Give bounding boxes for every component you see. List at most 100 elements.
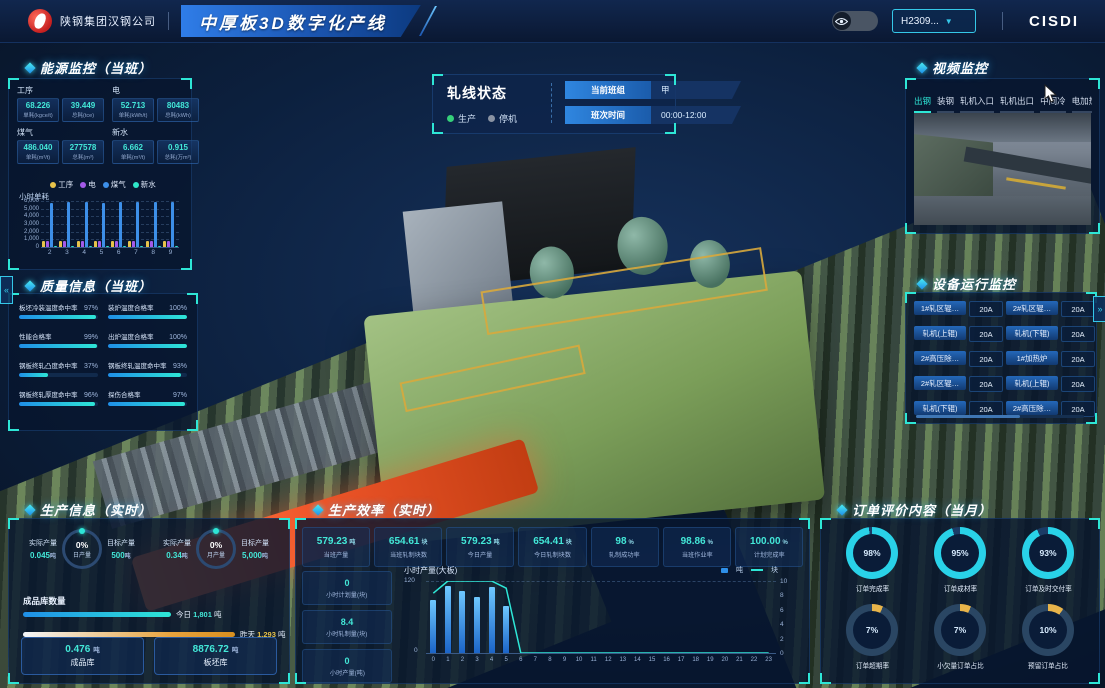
video-tab-装钢[interactable]: 装钢 [937,95,954,113]
device-label-button[interactable]: 轧机(下辊) [1006,326,1058,340]
right-panel-collapse-handle[interactable]: » [1093,296,1105,322]
device-label-button[interactable]: 1#加热炉 [1006,351,1058,365]
video-tab-轧机出口[interactable]: 轧机出口 [1000,95,1034,113]
efficiency-card-unit: 块 [566,540,572,546]
bar-电 [132,241,135,247]
quality-item-value: 100% [169,305,187,312]
stat-unit: 吨 [232,647,239,654]
quality-item-value: 97% [173,392,187,399]
quality-item-label: 板坯冷装温度命中率 [19,302,78,312]
quality-progress-track [108,315,187,319]
quality-item: 钢板终轧厚度命中率96% [19,389,98,406]
side-card-value: 0 [344,656,349,666]
output-x-tick: 12 [601,657,616,663]
video-tab-轧机入口[interactable]: 轧机入口 [960,95,994,113]
device-current-value: 20A [1061,326,1095,342]
legend-dot [133,182,139,188]
video-tab-出钢[interactable]: 出钢 [914,95,931,113]
video-panel: 出钢装钢轧机入口轧机出口中间冷电加热 [905,78,1100,234]
bar-煤气 [67,202,70,247]
device-label-button[interactable]: 2#轧区辊… [1006,301,1058,315]
bar-工序 [42,241,45,247]
legend-item-新水: 新水 [133,179,156,190]
energy-x-tick: 2 [41,249,58,256]
device-label-button[interactable]: 2#轧区辊… [914,376,966,390]
device-label-button[interactable]: 2#高压除… [914,351,966,365]
output-x-tick: 21 [732,657,747,663]
device-current-value: 20A [969,301,1003,317]
energy-value: 0.915 [159,143,197,152]
efficiency-card: 100.00%计划完成率 [735,527,803,567]
bar-新水 [106,246,109,247]
quality-progress-fill [108,315,187,319]
bar-新水 [140,246,143,247]
donut-ring: 7% [934,604,986,656]
efficiency-card-unit: 吨 [349,540,355,546]
energy-value-box: 39.449总耗(tce) [62,98,104,122]
bar-工序 [77,241,80,247]
energy-y-tick: 6,000 [15,198,39,204]
energy-quadrant-电: 电52.713单耗(kWh/t)80483总耗(kWh) [112,85,199,122]
device-label-button[interactable]: 轧机(上辊) [1006,376,1058,390]
donut-label: 订单及时交付率 [1025,584,1072,594]
corner-decoration [432,123,443,134]
bar-煤气 [119,202,122,247]
device-scrollbar-thumb[interactable] [916,415,1020,418]
energy-y-tick: 5,000 [15,206,39,212]
corner-decoration [8,78,19,89]
device-label-button[interactable]: 轧机(上辊) [914,326,966,340]
page-title: 中厚板3D数字化产线 [199,9,387,34]
video-tab-电加热[interactable]: 电加热 [1072,95,1092,113]
output-x-tick: 9 [557,657,572,663]
quality-item-value: 37% [84,363,98,370]
line-select-dropdown[interactable]: H2309... ▼ [892,9,976,33]
energy-unit-label: 总耗(万m³) [161,152,196,160]
corner-decoration [187,420,198,431]
quality-progress-fill [19,344,97,348]
efficiency-card: 98.86%当班作业率 [663,527,731,567]
quality-item-head: 钢板终轧温度命中率93% [108,360,187,370]
energy-quadrant-煤气: 煤气486.040单耗(m³/t)277578总耗(m³) [17,127,104,164]
energy-unit-label: 单耗(kWh/t) [116,110,151,118]
bar-煤气 [102,203,105,247]
quality-progress-track [108,373,187,377]
cisdi-logo: CISDI [1029,13,1079,30]
efficiency-cards: 579.23吨当班产量654.61块当班轧制块数579.23吨今日产量654.4… [302,527,803,567]
corner-decoration [905,223,916,234]
device-label-button[interactable]: 轧机(下辊) [914,401,966,415]
efficiency-card-unit: % [783,540,788,546]
device-scrollbar[interactable] [916,415,1084,418]
shift-team-label: 当前班组 [565,81,651,99]
line-status-title: 轧线状态 [447,83,517,103]
energy-unit-label: 总耗(tce) [66,110,101,118]
energy-value: 68.226 [19,101,57,110]
efficiency-card-label: 今日轧制块数 [534,549,571,559]
energy-hourly-chart: 6,0005,0004,0003,0002,0001,000023456789 [15,201,185,261]
quality-panel-title: 质量信息（当班） [40,276,152,295]
corner-decoration [295,518,306,529]
quality-progress-fill [108,344,187,348]
energy-value: 6.662 [114,143,152,152]
energy-x-tick: 6 [110,249,127,256]
quality-item-label: 钢板终轧凸度命中率 [19,360,78,370]
visibility-toggle[interactable] [832,11,878,31]
bar-煤气 [154,202,157,247]
energy-quadrant-工序: 工序68.226单耗(kgce/t)39.449总耗(tce) [17,85,104,122]
cctv-frame[interactable] [914,113,1091,225]
top-bar: 陕钢集团汉钢公司 中厚板3D数字化产线 H2309... ▼ CISDI [0,0,1105,43]
bar-煤气 [171,202,174,247]
efficiency-card-unit: 块 [422,540,428,546]
device-label-button[interactable]: 1#轧区辊… [914,301,966,315]
energy-quadrant-label: 煤气 [17,127,104,138]
efficiency-card-label: 今日产量 [468,549,493,559]
header-divider [1002,12,1003,30]
quality-progress-fill [108,402,185,406]
energy-unit-label: 总耗(m³) [66,152,101,160]
corner-decoration [799,518,810,529]
energy-quadrant-label: 新水 [112,127,199,138]
corner-decoration [665,74,676,85]
quality-item-value: 100% [169,334,187,341]
left-panel-collapse-handle[interactable]: « [0,276,13,304]
quality-item-head: 装炉温度合格率100% [108,302,187,312]
device-label-button[interactable]: 2#高压除… [1006,401,1058,415]
